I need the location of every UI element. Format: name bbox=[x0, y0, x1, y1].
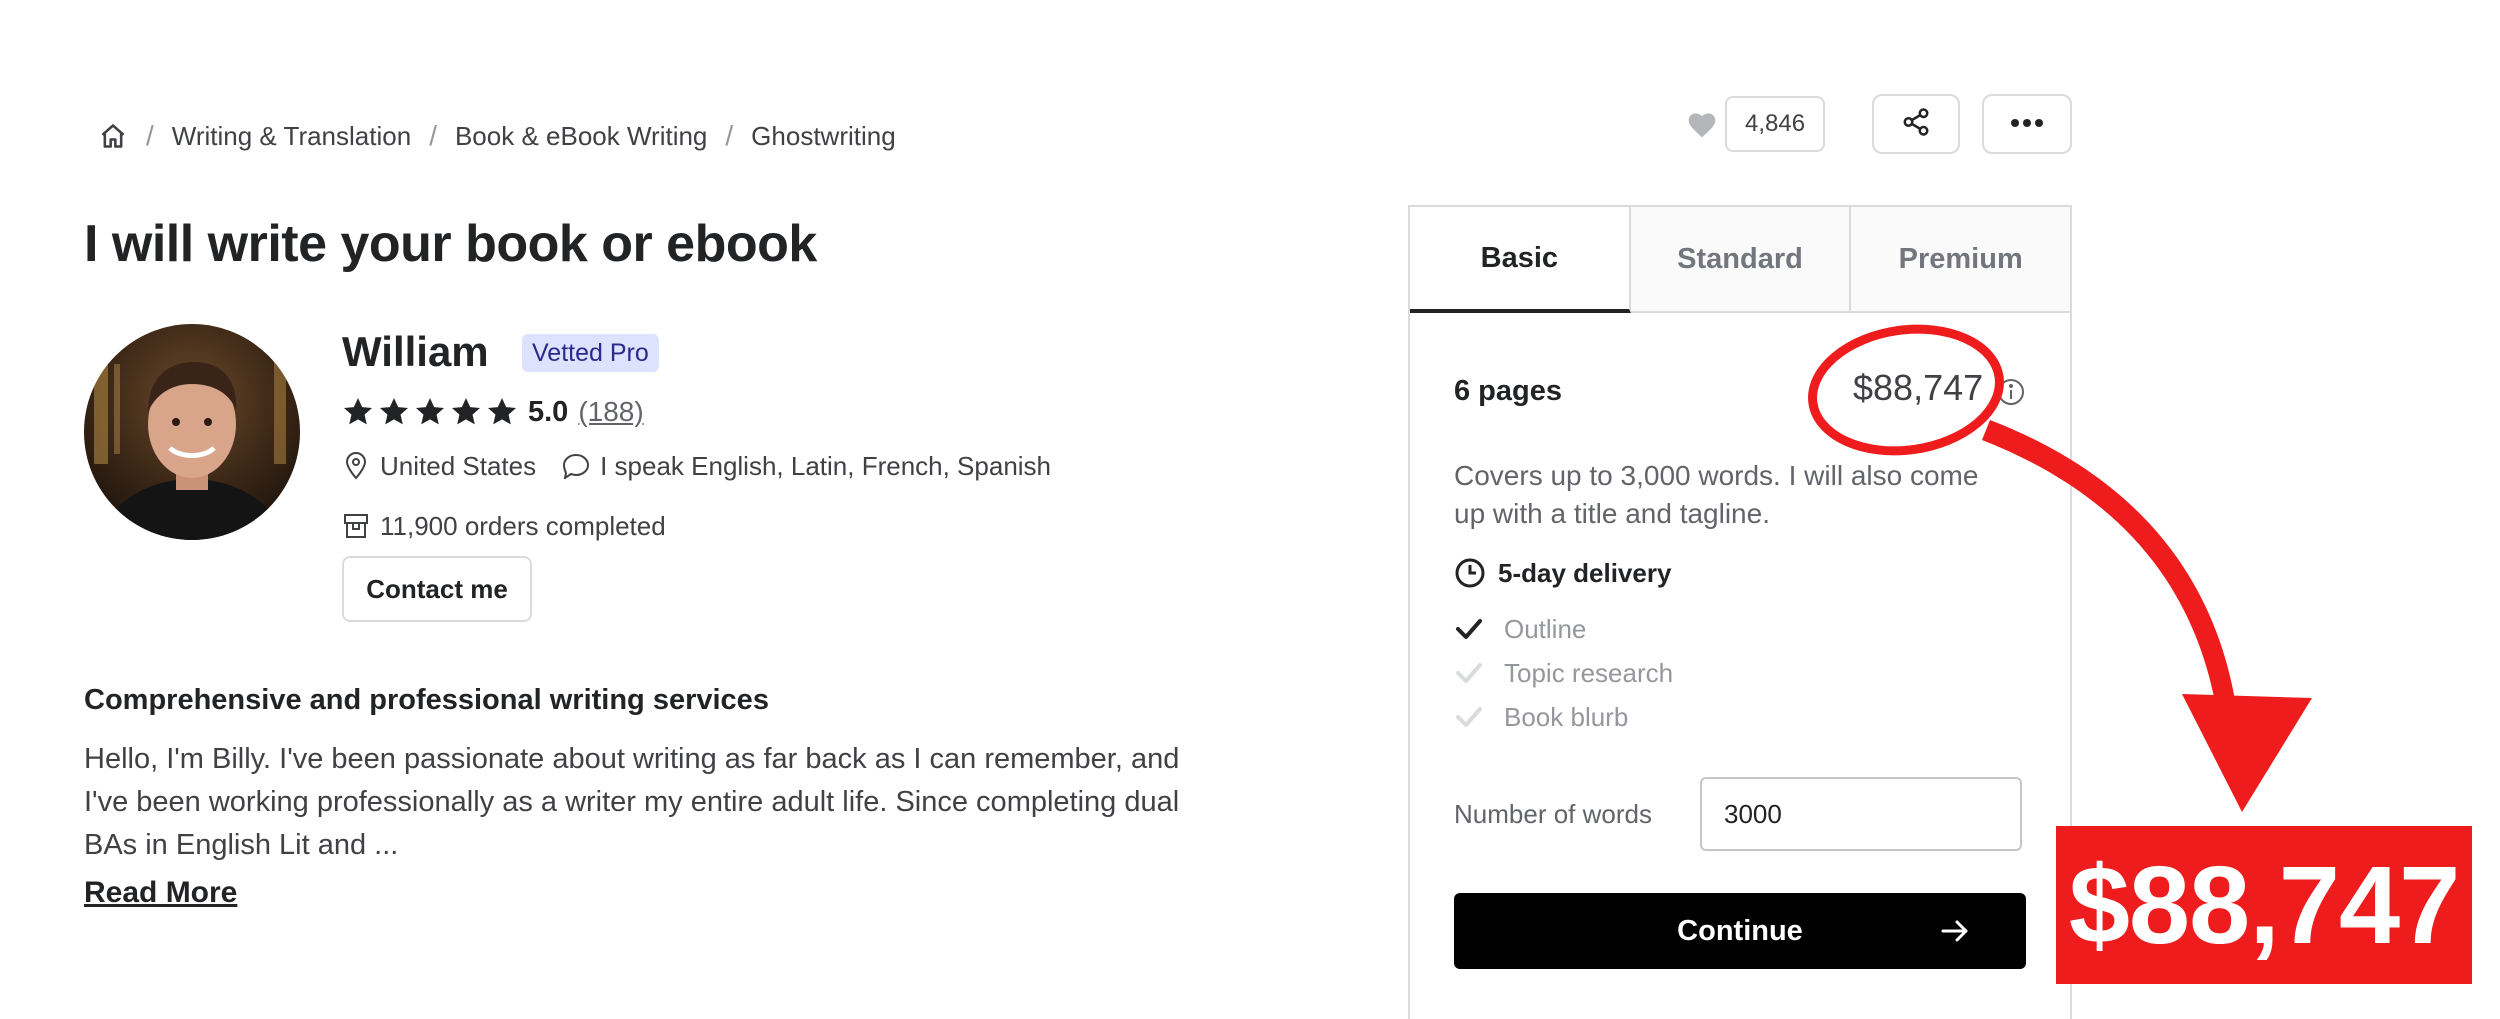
star-rating bbox=[342, 396, 522, 428]
breadcrumb: / Writing & Translation / Book & eBook W… bbox=[98, 118, 896, 154]
breadcrumb-separator: / bbox=[725, 120, 734, 151]
continue-label: Continue bbox=[1677, 914, 1803, 947]
price-callout: $88,747 bbox=[2056, 826, 2472, 984]
tab-standard[interactable]: Standard bbox=[1630, 207, 1852, 311]
seller-name[interactable]: William bbox=[342, 328, 489, 376]
seller-orders: 11,900 orders completed bbox=[342, 508, 666, 544]
contact-me-button[interactable]: Contact me bbox=[342, 556, 532, 622]
star-icon bbox=[452, 398, 480, 425]
feature-label: Outline bbox=[1504, 613, 1587, 644]
star-icon bbox=[416, 398, 444, 425]
breadcrumb-separator: / bbox=[429, 120, 437, 151]
delivery-label: 5-day delivery bbox=[1498, 557, 1672, 588]
package-name: 6 pages bbox=[1454, 375, 1562, 407]
share-icon bbox=[1901, 107, 1931, 142]
check-icon bbox=[1454, 702, 1484, 732]
rating-count-link[interactable]: (188) bbox=[578, 396, 643, 428]
rating-row: 5.0 (188) bbox=[342, 394, 644, 430]
breadcrumb-item-book-ebook-writing[interactable]: Book & eBook Writing bbox=[455, 121, 707, 152]
orders-completed: 11,900 orders completed bbox=[380, 510, 666, 541]
gig-title: I will write your book or ebook bbox=[84, 215, 817, 273]
check-icon bbox=[1454, 614, 1484, 644]
package-panel: Basic Standard Premium 6 pages $88,747 C… bbox=[1408, 205, 2072, 1019]
arrow-right-icon bbox=[1940, 917, 1970, 945]
breadcrumb-item-writing-translation[interactable]: Writing & Translation bbox=[172, 121, 411, 152]
star-icon bbox=[488, 398, 516, 425]
vetted-pro-badge: Vetted Pro bbox=[522, 334, 659, 372]
description-title: Comprehensive and professional writing s… bbox=[84, 684, 769, 716]
info-icon[interactable] bbox=[1996, 377, 2026, 407]
seller-languages: I speak English, Latin, French, Spanish bbox=[600, 450, 1052, 481]
feature-label: Book blurb bbox=[1504, 701, 1629, 732]
rating-value: 5.0 bbox=[528, 395, 569, 428]
avatar[interactable] bbox=[84, 324, 300, 540]
package-icon bbox=[342, 512, 370, 540]
package-description: Covers up to 3,000 words. I will also co… bbox=[1454, 460, 1979, 529]
breadcrumb-separator: / bbox=[146, 120, 154, 151]
breadcrumb-item-ghostwriting[interactable]: Ghostwriting bbox=[751, 121, 896, 152]
more-options-button[interactable] bbox=[1982, 94, 2072, 154]
star-icon bbox=[344, 398, 372, 425]
feature-outline: Outline bbox=[1454, 611, 1586, 647]
read-more-link[interactable]: Read More bbox=[84, 876, 237, 910]
heart-icon[interactable] bbox=[1685, 107, 1719, 141]
share-button[interactable] bbox=[1872, 94, 1960, 154]
delivery-time: 5-day delivery bbox=[1454, 555, 1671, 591]
check-icon bbox=[1454, 658, 1484, 688]
seller-country: United States bbox=[380, 450, 537, 481]
tab-basic[interactable]: Basic bbox=[1410, 207, 1631, 313]
feature-topic-research: Topic research bbox=[1454, 655, 1673, 691]
number-of-words-input[interactable] bbox=[1700, 777, 2022, 851]
speech-bubble-icon bbox=[562, 452, 590, 480]
package-price: $88,747 bbox=[1853, 367, 1984, 408]
home-icon[interactable] bbox=[98, 121, 128, 151]
like-group: 4,846 bbox=[1685, 96, 1826, 152]
feature-book-blurb: Book blurb bbox=[1454, 699, 1628, 735]
description-text: Hello, I'm Billy. I've been passionate a… bbox=[84, 743, 1180, 861]
seller-location-language: United States I speak English, Latin, Fr… bbox=[342, 448, 1051, 484]
like-count: 4,846 bbox=[1725, 96, 1826, 152]
location-pin-icon bbox=[342, 452, 370, 480]
more-icon bbox=[2010, 115, 2044, 133]
star-icon bbox=[380, 398, 408, 425]
continue-button[interactable]: Continue bbox=[1454, 893, 2026, 969]
feature-label: Topic research bbox=[1504, 657, 1674, 688]
clock-icon bbox=[1454, 557, 1486, 589]
annotation-arrow-head bbox=[2182, 694, 2312, 812]
package-tabs: Basic Standard Premium bbox=[1410, 207, 2071, 313]
tab-premium[interactable]: Premium bbox=[1851, 207, 2071, 311]
number-of-words-label: Number of words bbox=[1454, 799, 1652, 829]
